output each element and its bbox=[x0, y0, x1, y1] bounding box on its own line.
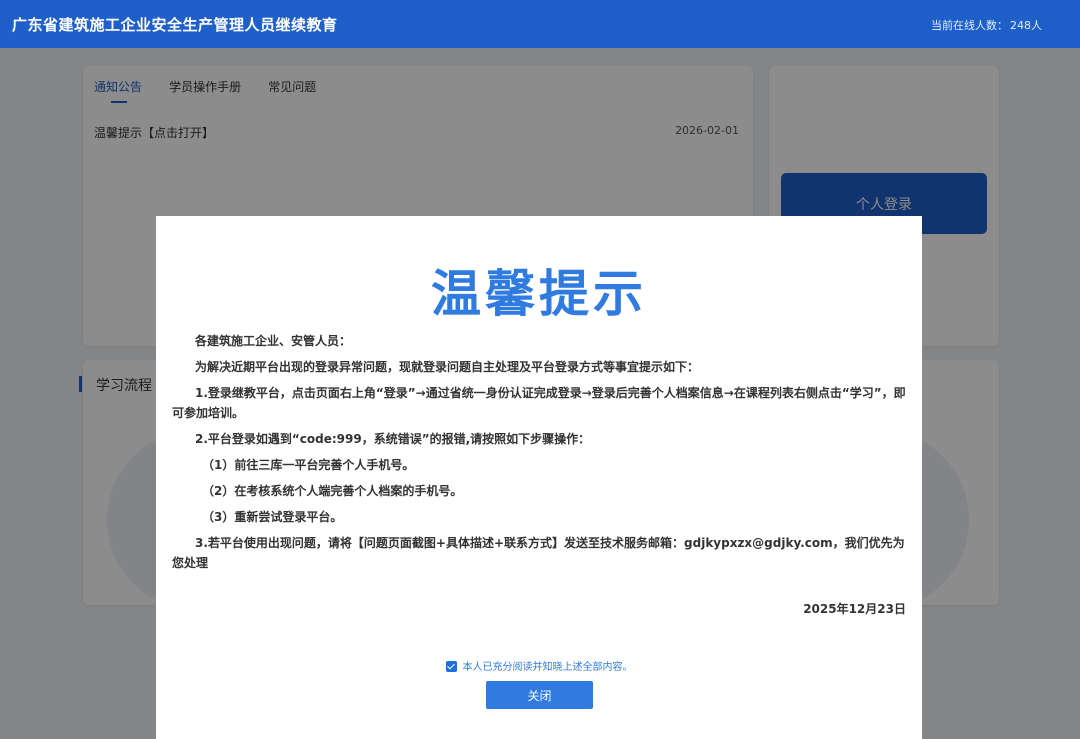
modal-step-3: （3）重新尝试登录平台。 bbox=[202, 510, 343, 524]
modal-intro: 为解决近期平台出现的登录异常问题，现就登录问题自主处理及平台登录方式等事宜提示如… bbox=[195, 360, 700, 374]
modal-title: 温馨提示 bbox=[431, 265, 647, 323]
close-button[interactable]: 关闭 bbox=[486, 681, 593, 709]
agree-row[interactable]: 本人已充分阅读并知晓上述全部内容。 bbox=[156, 658, 922, 673]
modal-body: 各建筑施工企业、安管人员： 为解决近期平台出现的登录异常问题，现就登录问题自主处… bbox=[172, 331, 908, 579]
agree-checkbox[interactable] bbox=[445, 661, 457, 672]
modal-step-2: （2）在考核系统个人端完善个人档案的手机号。 bbox=[202, 484, 463, 498]
notice-modal: 温馨提示 各建筑施工企业、安管人员： 为解决近期平台出现的登录异常问题，现就登录… bbox=[156, 216, 922, 739]
online-count: 248人 bbox=[1010, 19, 1042, 32]
modal-date: 2025年12月23日 bbox=[803, 602, 906, 616]
top-header: 广东省建筑施工企业安全生产管理人员继续教育 当前在线人数： 248人 bbox=[0, 0, 1080, 48]
agree-label[interactable]: 本人已充分阅读并知晓上述全部内容。 bbox=[463, 662, 633, 673]
modal-item-1: 1.登录继教平台，点击页面右上角“登录”→通过省统一身份认证完成登录→登录后完善… bbox=[172, 386, 906, 420]
online-label: 当前在线人数： bbox=[931, 19, 1008, 32]
modal-step-1: （1）前往三库一平台完善个人手机号。 bbox=[202, 458, 415, 472]
modal-greeting: 各建筑施工企业、安管人员： bbox=[195, 334, 352, 348]
online-users: 当前在线人数： 248人 bbox=[931, 17, 1042, 33]
modal-item-2: 2.平台登录如遇到“code:999，系统错误”的报错,请按照如下步骤操作： bbox=[195, 432, 591, 446]
site-title: 广东省建筑施工企业安全生产管理人员继续教育 bbox=[12, 16, 338, 34]
modal-item-3: 3.若平台使用出现问题，请将【问题页面截图+具体描述+联系方式】发送至技术服务邮… bbox=[172, 536, 905, 570]
